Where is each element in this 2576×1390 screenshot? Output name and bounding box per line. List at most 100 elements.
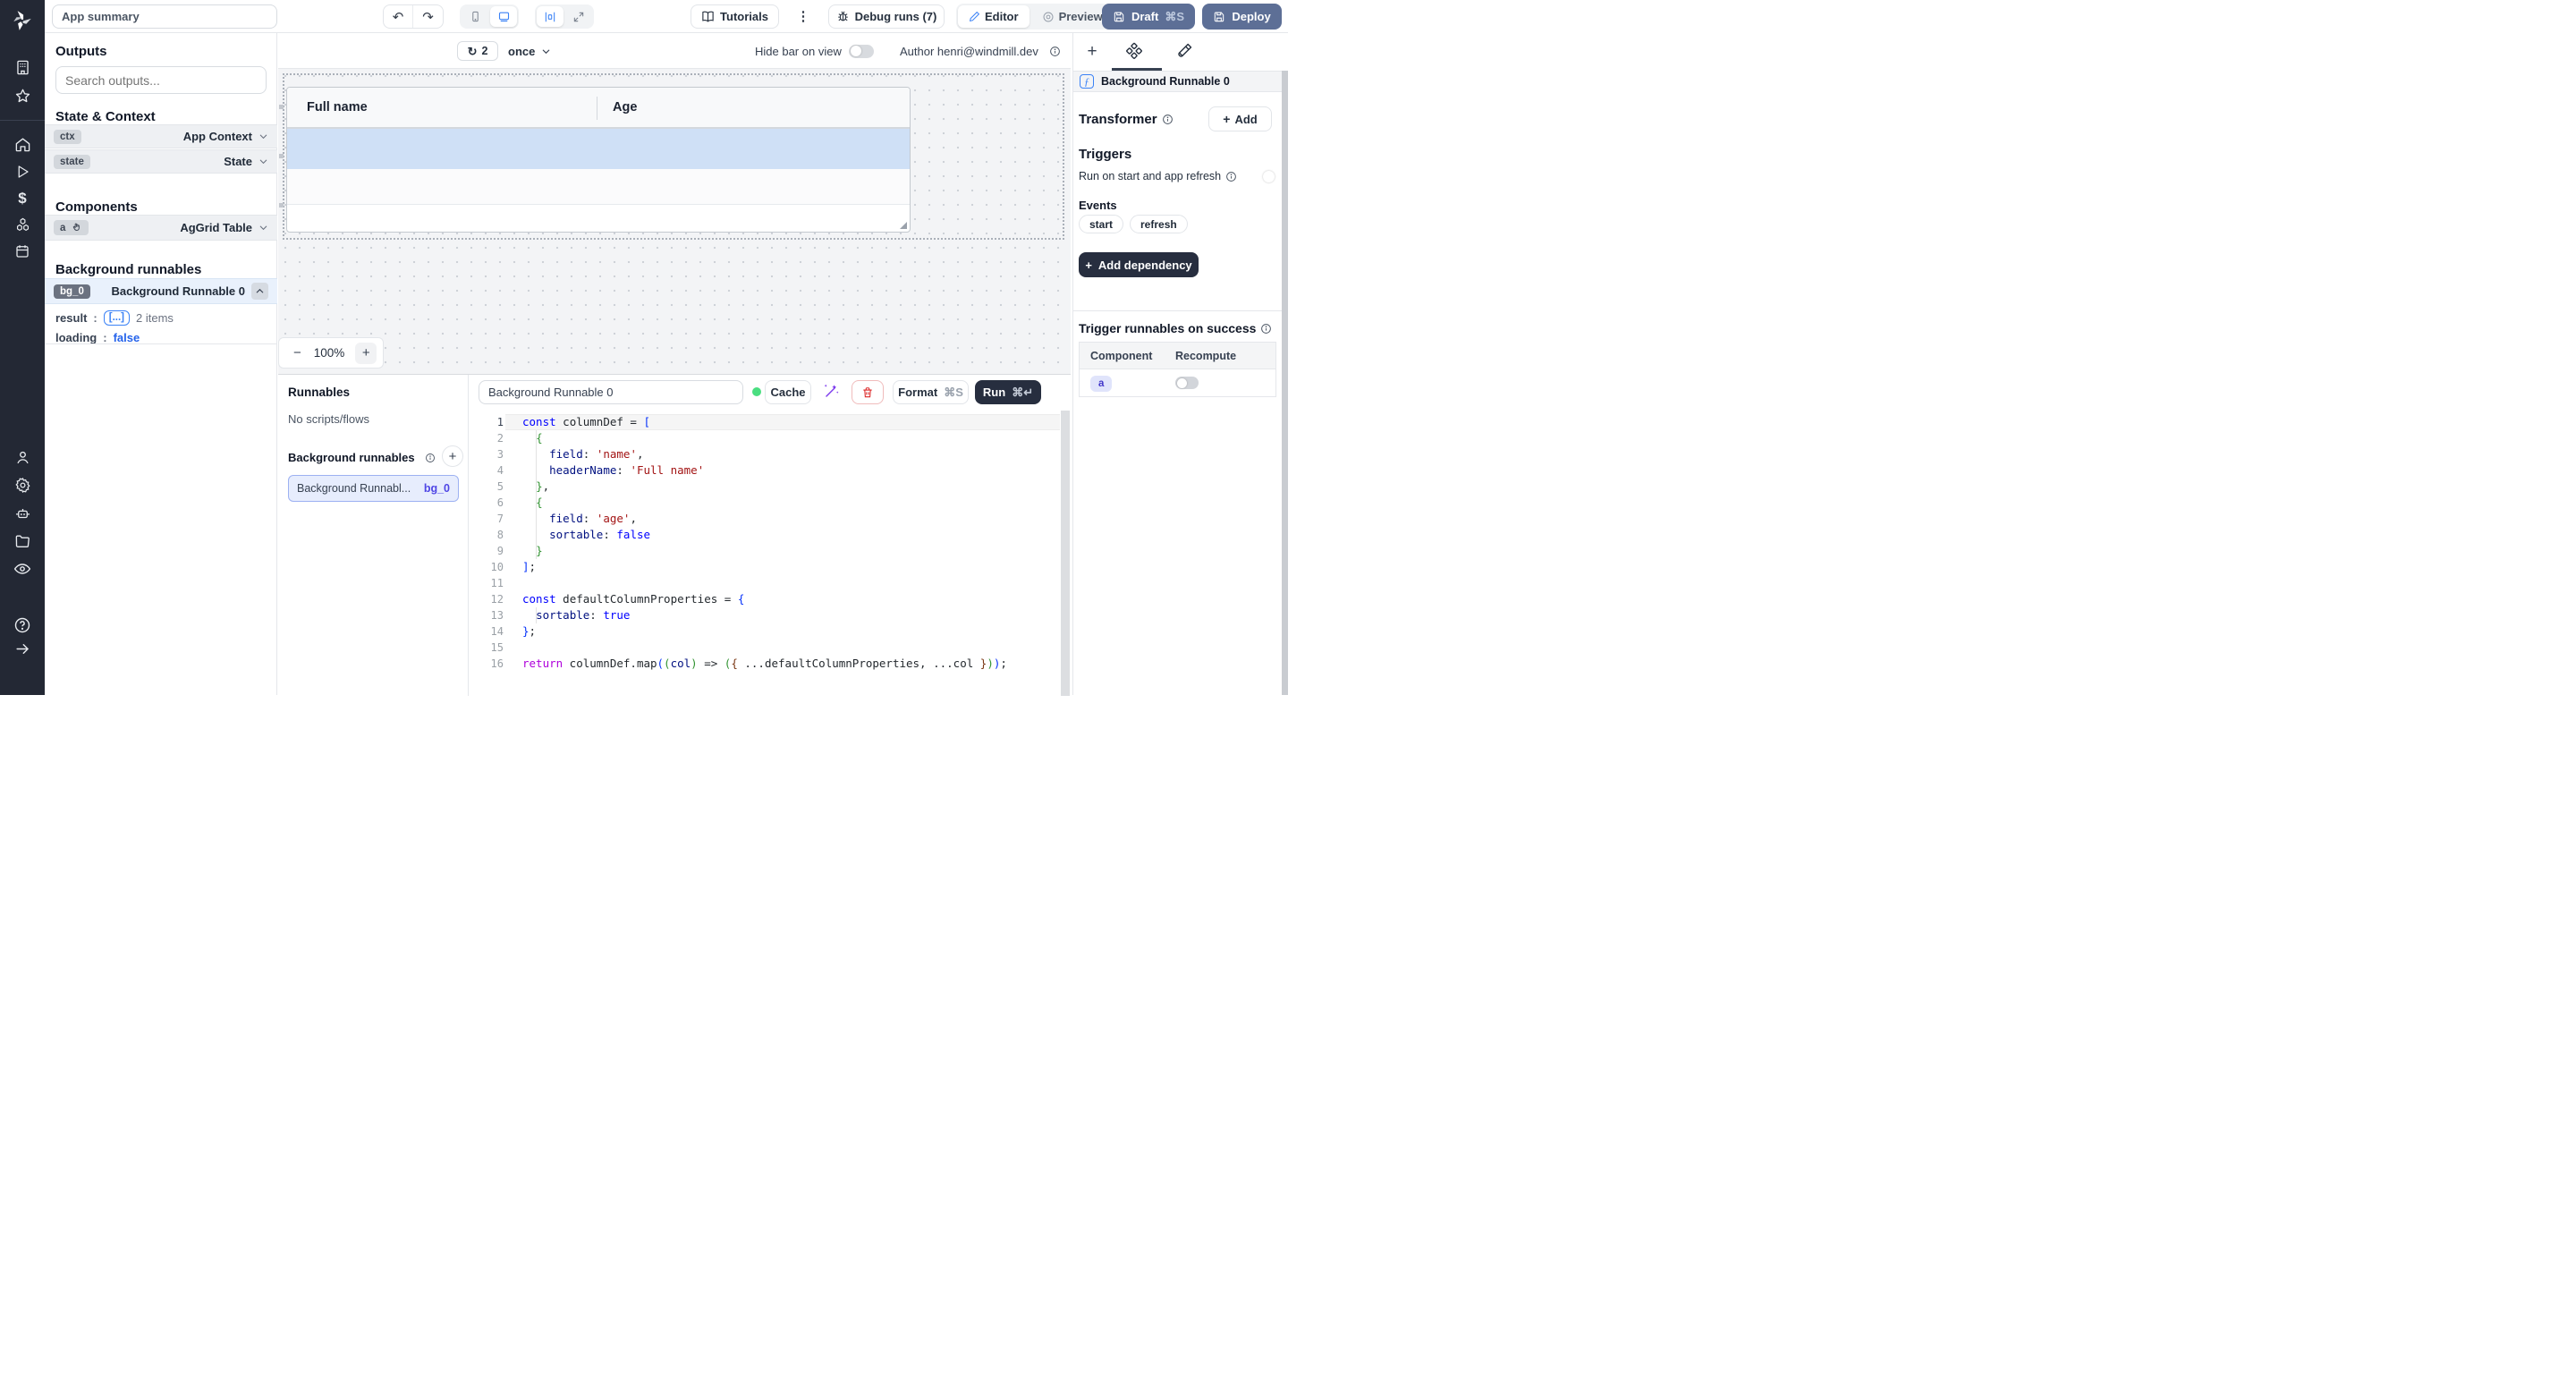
mobile-view-button[interactable] (462, 6, 488, 27)
chevron-down-icon[interactable] (258, 223, 268, 233)
hide-bar-control: Hide bar on view (755, 41, 874, 61)
code-editor[interactable]: 12345678910111213141516 const columnDef … (470, 411, 1071, 696)
info-icon[interactable] (1049, 46, 1061, 57)
chevron-down-icon[interactable] (258, 131, 268, 141)
table-col-fullname[interactable]: Full name (307, 100, 368, 114)
star-icon[interactable] (0, 88, 45, 105)
redo-button[interactable]: ↷ (413, 5, 443, 28)
search-outputs-input[interactable] (55, 66, 267, 94)
calendar-icon[interactable] (0, 243, 45, 259)
fullwidth-layout-button[interactable] (565, 6, 592, 27)
output-row-bg0[interactable]: bg_0 Background Runnable 0 (45, 278, 277, 304)
bg-runnable-item-selected[interactable]: Background Runnabl... bg_0 (288, 475, 459, 502)
runnable-name-input[interactable] (479, 380, 743, 404)
sidebar-rail: $ (0, 0, 45, 695)
add-runnable-button[interactable]: + (442, 445, 463, 467)
cache-label: Cache (770, 386, 805, 399)
table-row[interactable] (287, 169, 910, 205)
aggrid-table-component[interactable]: Full name Age (286, 87, 911, 233)
run-button[interactable]: Run ⌘↵ (975, 380, 1041, 404)
dollar-icon[interactable]: $ (0, 190, 45, 208)
resize-dot[interactable] (279, 203, 284, 208)
more-menu-button[interactable]: ⋮ (794, 5, 812, 27)
zoom-out-button[interactable]: − (293, 345, 301, 360)
runnables-title: Runnables (288, 386, 350, 399)
hide-bar-toggle[interactable] (849, 45, 874, 58)
undo-button[interactable]: ↶ (384, 5, 413, 28)
debug-runs-button[interactable]: Debug runs (7) (828, 4, 945, 29)
info-icon[interactable] (1260, 323, 1272, 335)
output-row-state[interactable]: state State (45, 149, 277, 174)
tab-component-settings-icon[interactable] (1125, 42, 1143, 60)
gear-icon[interactable] (0, 477, 45, 494)
cache-button[interactable]: Cache (765, 380, 811, 404)
desktop-view-button[interactable] (490, 6, 517, 27)
zoom-in-button[interactable]: + (355, 343, 377, 364)
result-expand-box[interactable]: [...] (104, 310, 130, 326)
recompute-toggle[interactable] (1175, 377, 1199, 389)
refresh-count-button[interactable]: ↻ 2 (457, 41, 498, 61)
home-icon[interactable] (0, 136, 45, 153)
col-recompute: Recompute (1175, 350, 1236, 362)
info-icon[interactable] (1225, 171, 1237, 182)
arrow-right-icon[interactable] (0, 640, 45, 657)
panel-scrollbar[interactable] (1282, 71, 1288, 695)
triggers-heading: Triggers (1079, 147, 1131, 162)
editor-scrollbar[interactable] (1061, 411, 1070, 696)
deploy-button[interactable]: Deploy (1202, 4, 1282, 30)
output-row-ctx[interactable]: ctx App Context (45, 124, 277, 148)
centered-layout-button[interactable] (537, 6, 564, 27)
folder-icon[interactable] (0, 533, 45, 550)
save-icon (1113, 11, 1125, 23)
collapse-chevron-up-button[interactable] (251, 283, 268, 300)
help-icon[interactable] (0, 616, 45, 634)
resize-dot[interactable] (279, 154, 284, 158)
table-col-age[interactable]: Age (613, 100, 637, 114)
tab-styling-brush-icon[interactable] (1175, 42, 1193, 60)
background-runnables-heading: Background runnables (55, 262, 201, 277)
info-icon[interactable] (1162, 114, 1174, 125)
eye-icon[interactable] (0, 560, 45, 578)
event-chip-refresh: refresh (1130, 215, 1188, 233)
draft-button[interactable]: Draft ⌘S (1102, 4, 1195, 30)
windmill-logo[interactable] (0, 9, 45, 32)
delete-runnable-button[interactable] (852, 380, 884, 404)
component-a-label: AgGrid Table (180, 221, 252, 234)
table-header-row: Full name Age (287, 88, 910, 129)
right-panel: + ƒ Background Runnable 0 Transformer + … (1072, 33, 1288, 695)
play-icon[interactable] (0, 164, 45, 180)
resize-handle-icon[interactable] (900, 222, 907, 229)
bg-runnables-header: Background runnables (288, 451, 436, 464)
canvas-toolbar: ↻ 2 once Hide bar on view Author henri@w… (278, 33, 1071, 69)
format-button[interactable]: Format ⌘S (893, 380, 969, 404)
resize-dot[interactable] (279, 105, 284, 109)
component-a-chip[interactable]: a (1090, 376, 1112, 392)
runnables-empty-text: No scripts/flows (288, 412, 369, 426)
schedule-dropdown[interactable]: once (508, 41, 551, 61)
building-icon[interactable] (0, 59, 45, 76)
app-summary-input[interactable] (52, 4, 277, 29)
bug-icon (836, 10, 850, 23)
preview-icon (1042, 11, 1055, 23)
ai-wand-icon[interactable] (823, 383, 840, 400)
tab-insert-plus-icon[interactable]: + (1080, 40, 1104, 64)
add-transformer-button[interactable]: + Add (1208, 106, 1272, 131)
event-chip-start: start (1079, 215, 1123, 233)
chevron-down-icon[interactable] (258, 157, 268, 166)
tab-preview[interactable]: Preview (1031, 5, 1114, 28)
tutorials-button[interactable]: Tutorials (691, 4, 779, 29)
code-lines[interactable]: const columnDef = [ { field: 'name', hea… (522, 414, 1007, 672)
output-row-component-a[interactable]: a AgGrid Table (45, 215, 277, 241)
code-gutter: 12345678910111213141516 (473, 414, 504, 672)
info-icon[interactable] (425, 453, 436, 463)
user-icon[interactable] (0, 449, 45, 466)
tab-editor[interactable]: Editor (958, 5, 1030, 28)
app-canvas[interactable]: Full name Age − 100% + (278, 69, 1071, 374)
add-dependency-button[interactable]: + Add dependency (1079, 252, 1199, 277)
table-row-selected[interactable] (287, 129, 910, 169)
cubes-icon[interactable] (0, 216, 45, 233)
status-dot (752, 387, 761, 396)
pencil-icon (969, 11, 980, 22)
robot-icon[interactable] (0, 505, 45, 522)
success-heading: Trigger runnables on success (1079, 321, 1256, 335)
